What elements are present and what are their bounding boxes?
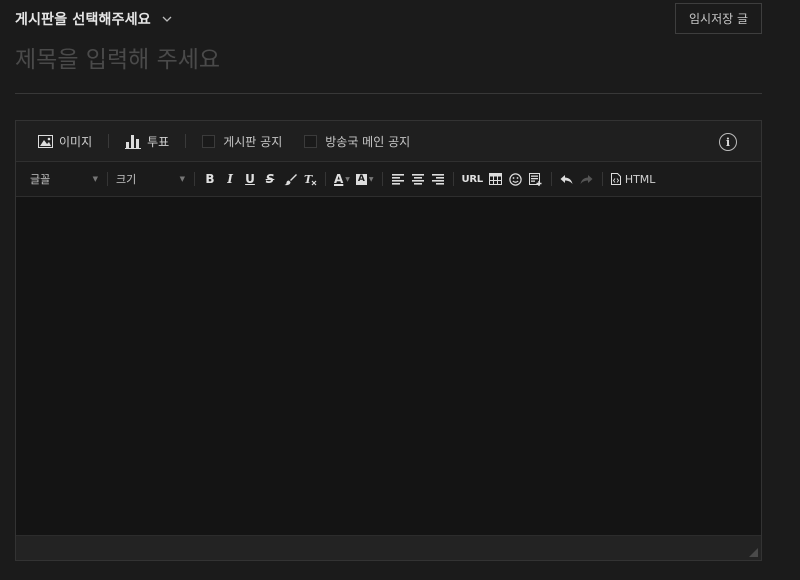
title-divider	[15, 93, 762, 94]
caret-down-icon: ▼	[92, 175, 98, 183]
format-painter-button[interactable]	[280, 168, 300, 190]
underline-button[interactable]: U	[240, 168, 260, 190]
clear-format-button[interactable]: T	[300, 168, 320, 190]
divider	[108, 134, 110, 148]
insert-table-button[interactable]	[486, 168, 506, 190]
resize-handle-icon[interactable]	[749, 548, 758, 557]
divider	[601, 172, 603, 186]
board-notice-label: 게시판 공지	[223, 134, 283, 149]
caret-down-icon: ▼	[368, 175, 374, 183]
html-source-icon	[610, 173, 621, 185]
redo-button[interactable]	[577, 168, 597, 190]
poll-label: 투표	[147, 134, 170, 149]
html-label: HTML	[624, 172, 656, 186]
align-left-icon	[391, 173, 404, 185]
background-color-button[interactable]: A ▼	[353, 168, 377, 190]
checkbox-box	[304, 134, 318, 148]
divider	[381, 172, 383, 186]
station-notice-checkbox[interactable]: 방송국 메인 공지	[304, 133, 410, 150]
caret-down-icon: ▼	[179, 175, 185, 183]
editor: 이미지 투표 게시판 공지 방송국 메인 공지 i 글꼴 ▼ 크기 ▼ B I …	[15, 120, 762, 561]
smiley-icon	[509, 172, 523, 186]
image-label: 이미지	[59, 134, 93, 149]
image-icon	[38, 134, 53, 148]
caret-down-icon: ▼	[345, 175, 350, 183]
board-select-dropdown[interactable]: 게시판을 선택해주세요	[15, 9, 173, 29]
align-right-button[interactable]	[428, 168, 448, 190]
divider	[550, 172, 552, 186]
html-mode-button[interactable]: HTML	[608, 168, 659, 190]
italic-button[interactable]: I	[220, 168, 240, 190]
format-toolbar: 글꼴 ▼ 크기 ▼ B I U S T A ▼ A ▼ URL HTML	[16, 162, 761, 197]
editor-content-area[interactable]	[16, 198, 761, 536]
insert-link-button[interactable]: URL	[459, 168, 486, 190]
bold-button[interactable]: B	[200, 168, 220, 190]
redo-icon	[580, 174, 593, 184]
undo-icon	[560, 174, 573, 184]
divider	[325, 172, 326, 186]
divider	[107, 172, 108, 186]
editor-statusbar	[16, 535, 761, 560]
table-icon	[489, 173, 503, 185]
svg-text:T: T	[304, 173, 313, 186]
divider	[185, 134, 187, 148]
font-size-label: 크기	[116, 173, 137, 186]
chevron-down-icon	[162, 16, 172, 22]
font-size-select[interactable]: 크기 ▼	[113, 171, 189, 187]
editor-topbar: 이미지 투표 게시판 공지 방송국 메인 공지 i	[16, 121, 761, 162]
font-family-select[interactable]: 글꼴 ▼	[30, 171, 102, 187]
align-center-icon	[411, 173, 424, 185]
undo-button[interactable]	[557, 168, 577, 190]
checkbox-box	[202, 134, 216, 148]
strikethrough-button[interactable]: S	[260, 168, 280, 190]
insert-emoticon-button[interactable]	[506, 168, 526, 190]
align-right-icon	[431, 173, 444, 185]
draft-posts-button[interactable]: 임시저장 글	[675, 3, 762, 34]
insert-image-button[interactable]: 이미지	[38, 133, 92, 150]
font-color-icon: A	[334, 172, 344, 186]
insert-template-button[interactable]	[526, 168, 546, 190]
align-center-button[interactable]	[408, 168, 428, 190]
info-icon[interactable]: i	[719, 133, 737, 151]
align-left-button[interactable]	[388, 168, 408, 190]
board-select-label: 게시판을 선택해주세요	[15, 12, 151, 28]
template-icon	[529, 172, 542, 186]
station-notice-label: 방송국 메인 공지	[325, 134, 411, 149]
background-color-icon: A	[355, 173, 367, 185]
font-family-label: 글꼴	[30, 173, 51, 186]
divider	[452, 172, 454, 186]
font-color-button[interactable]: A ▼	[331, 168, 353, 190]
board-notice-checkbox[interactable]: 게시판 공지	[202, 133, 282, 150]
divider	[194, 172, 195, 186]
poll-chart-icon	[125, 134, 142, 149]
insert-poll-button[interactable]: 투표	[125, 133, 169, 150]
clear-format-icon: T	[304, 173, 317, 186]
brush-icon	[284, 173, 297, 185]
title-input[interactable]	[15, 40, 762, 80]
